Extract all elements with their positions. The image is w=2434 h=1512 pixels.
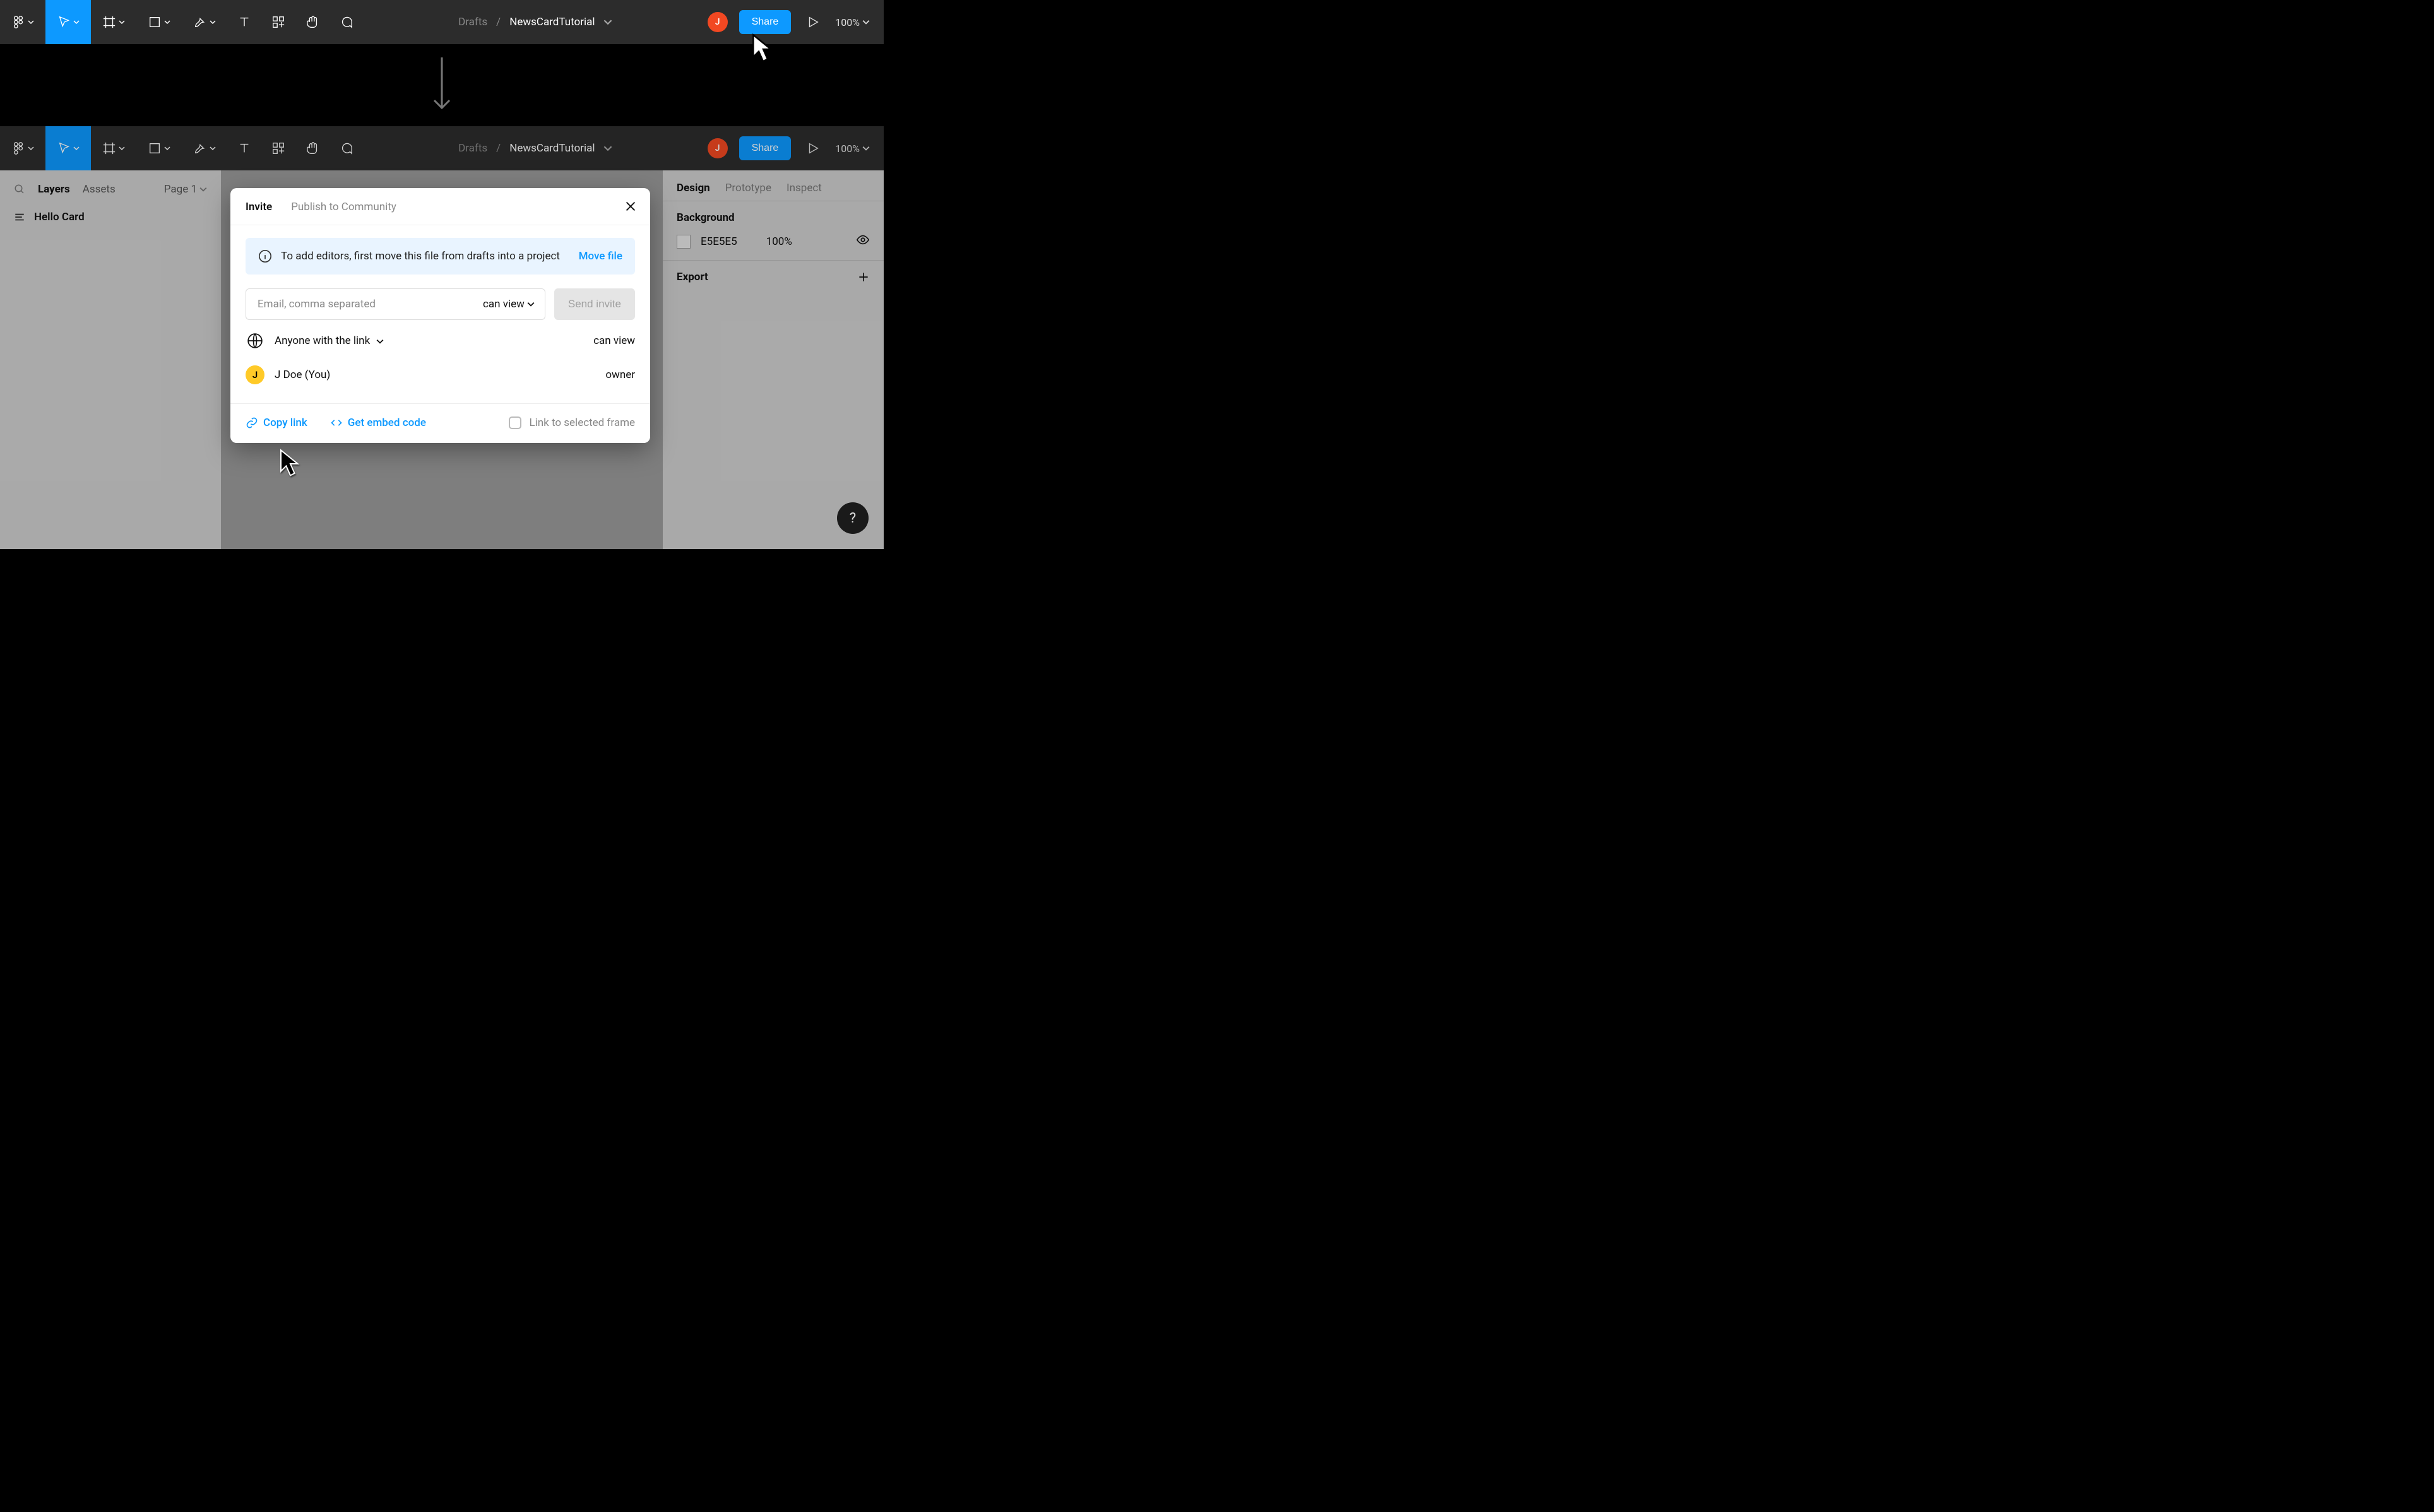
invite-row: Email, comma separated can view Send inv…	[246, 288, 635, 320]
resources-icon	[271, 15, 285, 29]
avatar[interactable]: J	[708, 12, 728, 32]
email-permission-label: can view	[483, 298, 525, 310]
breadcrumb-drafts[interactable]: Drafts	[458, 16, 487, 28]
help-label: ?	[850, 511, 856, 526]
chevron-down-icon	[164, 19, 170, 25]
zoom-control[interactable]: 100%	[835, 16, 870, 28]
chevron-down-icon	[862, 18, 870, 26]
breadcrumb-separator: /	[496, 16, 501, 28]
chevron-down-icon	[28, 19, 34, 25]
toolbar-center-group: Drafts / NewsCardTutorial	[364, 0, 708, 44]
text-icon	[237, 15, 251, 29]
play-icon	[806, 15, 820, 29]
toolbar-top: Drafts / NewsCardTutorial J Share 100%	[0, 0, 884, 44]
comment-tool-button[interactable]	[329, 0, 364, 44]
owner-avatar: J	[246, 365, 264, 384]
close-button[interactable]	[624, 199, 638, 216]
pen-tool-button[interactable]	[182, 0, 227, 44]
shape-tool-button[interactable]	[136, 0, 182, 44]
globe-icon-wrap	[246, 333, 264, 349]
rectangle-icon	[148, 15, 162, 29]
modal-body: To add editors, first move this file fro…	[230, 225, 650, 403]
toolbar-scrim	[0, 126, 884, 170]
info-icon	[258, 249, 272, 263]
email-input[interactable]: Email, comma separated can view	[246, 288, 545, 320]
info-banner: To add editors, first move this file fro…	[246, 238, 635, 275]
embed-code-label: Get embed code	[348, 416, 426, 429]
hand-tool-button[interactable]	[295, 0, 329, 44]
chevron-down-icon	[527, 300, 535, 308]
chevron-down-icon	[210, 19, 216, 25]
text-tool-button[interactable]	[227, 0, 261, 44]
email-permission-selector[interactable]: can view	[483, 298, 535, 310]
copy-link-label: Copy link	[263, 416, 307, 429]
chevron-down-icon	[73, 19, 80, 25]
globe-icon	[247, 333, 263, 349]
link-access-text: Anyone with the link	[275, 334, 370, 347]
owner-row: J J Doe (You) owner	[246, 362, 635, 399]
toolbar-left-group	[0, 0, 364, 44]
link-access-row: Anyone with the link can view	[246, 320, 635, 362]
copy-link-button[interactable]: Copy link	[246, 416, 307, 429]
zoom-value: 100%	[835, 16, 860, 28]
send-invite-button[interactable]: Send invite	[554, 288, 635, 320]
close-icon	[624, 199, 638, 213]
checkbox[interactable]	[509, 416, 521, 429]
move-file-link[interactable]: Move file	[579, 250, 622, 263]
file-name[interactable]: NewsCardTutorial	[509, 16, 595, 28]
cursor-icon	[57, 15, 71, 29]
chevron-down-icon[interactable]	[603, 18, 612, 27]
link-icon	[246, 416, 258, 429]
embed-code-button[interactable]: Get embed code	[330, 416, 426, 429]
modal-footer: Copy link Get embed code Link to selecte…	[230, 403, 650, 443]
publish-tab[interactable]: Publish to Community	[291, 201, 396, 213]
frame-icon	[102, 15, 116, 29]
chevron-down-icon	[376, 338, 384, 345]
comment-icon	[340, 15, 353, 29]
link-permission[interactable]: can view	[593, 334, 635, 347]
chevron-down-icon	[119, 19, 125, 25]
transition-arrow-region	[0, 44, 884, 126]
code-icon	[330, 416, 343, 429]
banner-text: To add editors, first move this file fro…	[281, 250, 570, 263]
move-tool-button[interactable]	[45, 0, 91, 44]
link-access-label[interactable]: Anyone with the link	[275, 334, 384, 347]
toolbar-bottom: Drafts / NewsCardTutorial J Share 100%	[0, 126, 884, 170]
help-button[interactable]: ?	[837, 502, 869, 534]
owner-name: J Doe (You)	[275, 369, 330, 381]
figma-logo-icon	[11, 15, 25, 29]
email-placeholder: Email, comma separated	[258, 298, 483, 310]
invite-tab[interactable]: Invite	[246, 201, 272, 213]
frame-tool-button[interactable]	[91, 0, 136, 44]
owner-role: owner	[605, 369, 635, 381]
share-modal: Invite Publish to Community To add edito…	[230, 188, 650, 443]
toolbar-right-group: J Share 100%	[708, 0, 884, 44]
owner-avatar-wrap: J	[246, 365, 264, 384]
present-button[interactable]	[802, 0, 824, 44]
arrow-down-icon	[429, 54, 454, 117]
hand-icon	[306, 15, 319, 29]
pen-icon	[193, 15, 207, 29]
figma-menu-button[interactable]	[0, 0, 45, 44]
resources-button[interactable]	[261, 0, 295, 44]
link-to-frame-label: Link to selected frame	[529, 416, 635, 429]
share-button[interactable]: Share	[739, 10, 792, 34]
link-to-frame-option[interactable]: Link to selected frame	[509, 416, 635, 429]
modal-header: Invite Publish to Community	[230, 188, 650, 225]
